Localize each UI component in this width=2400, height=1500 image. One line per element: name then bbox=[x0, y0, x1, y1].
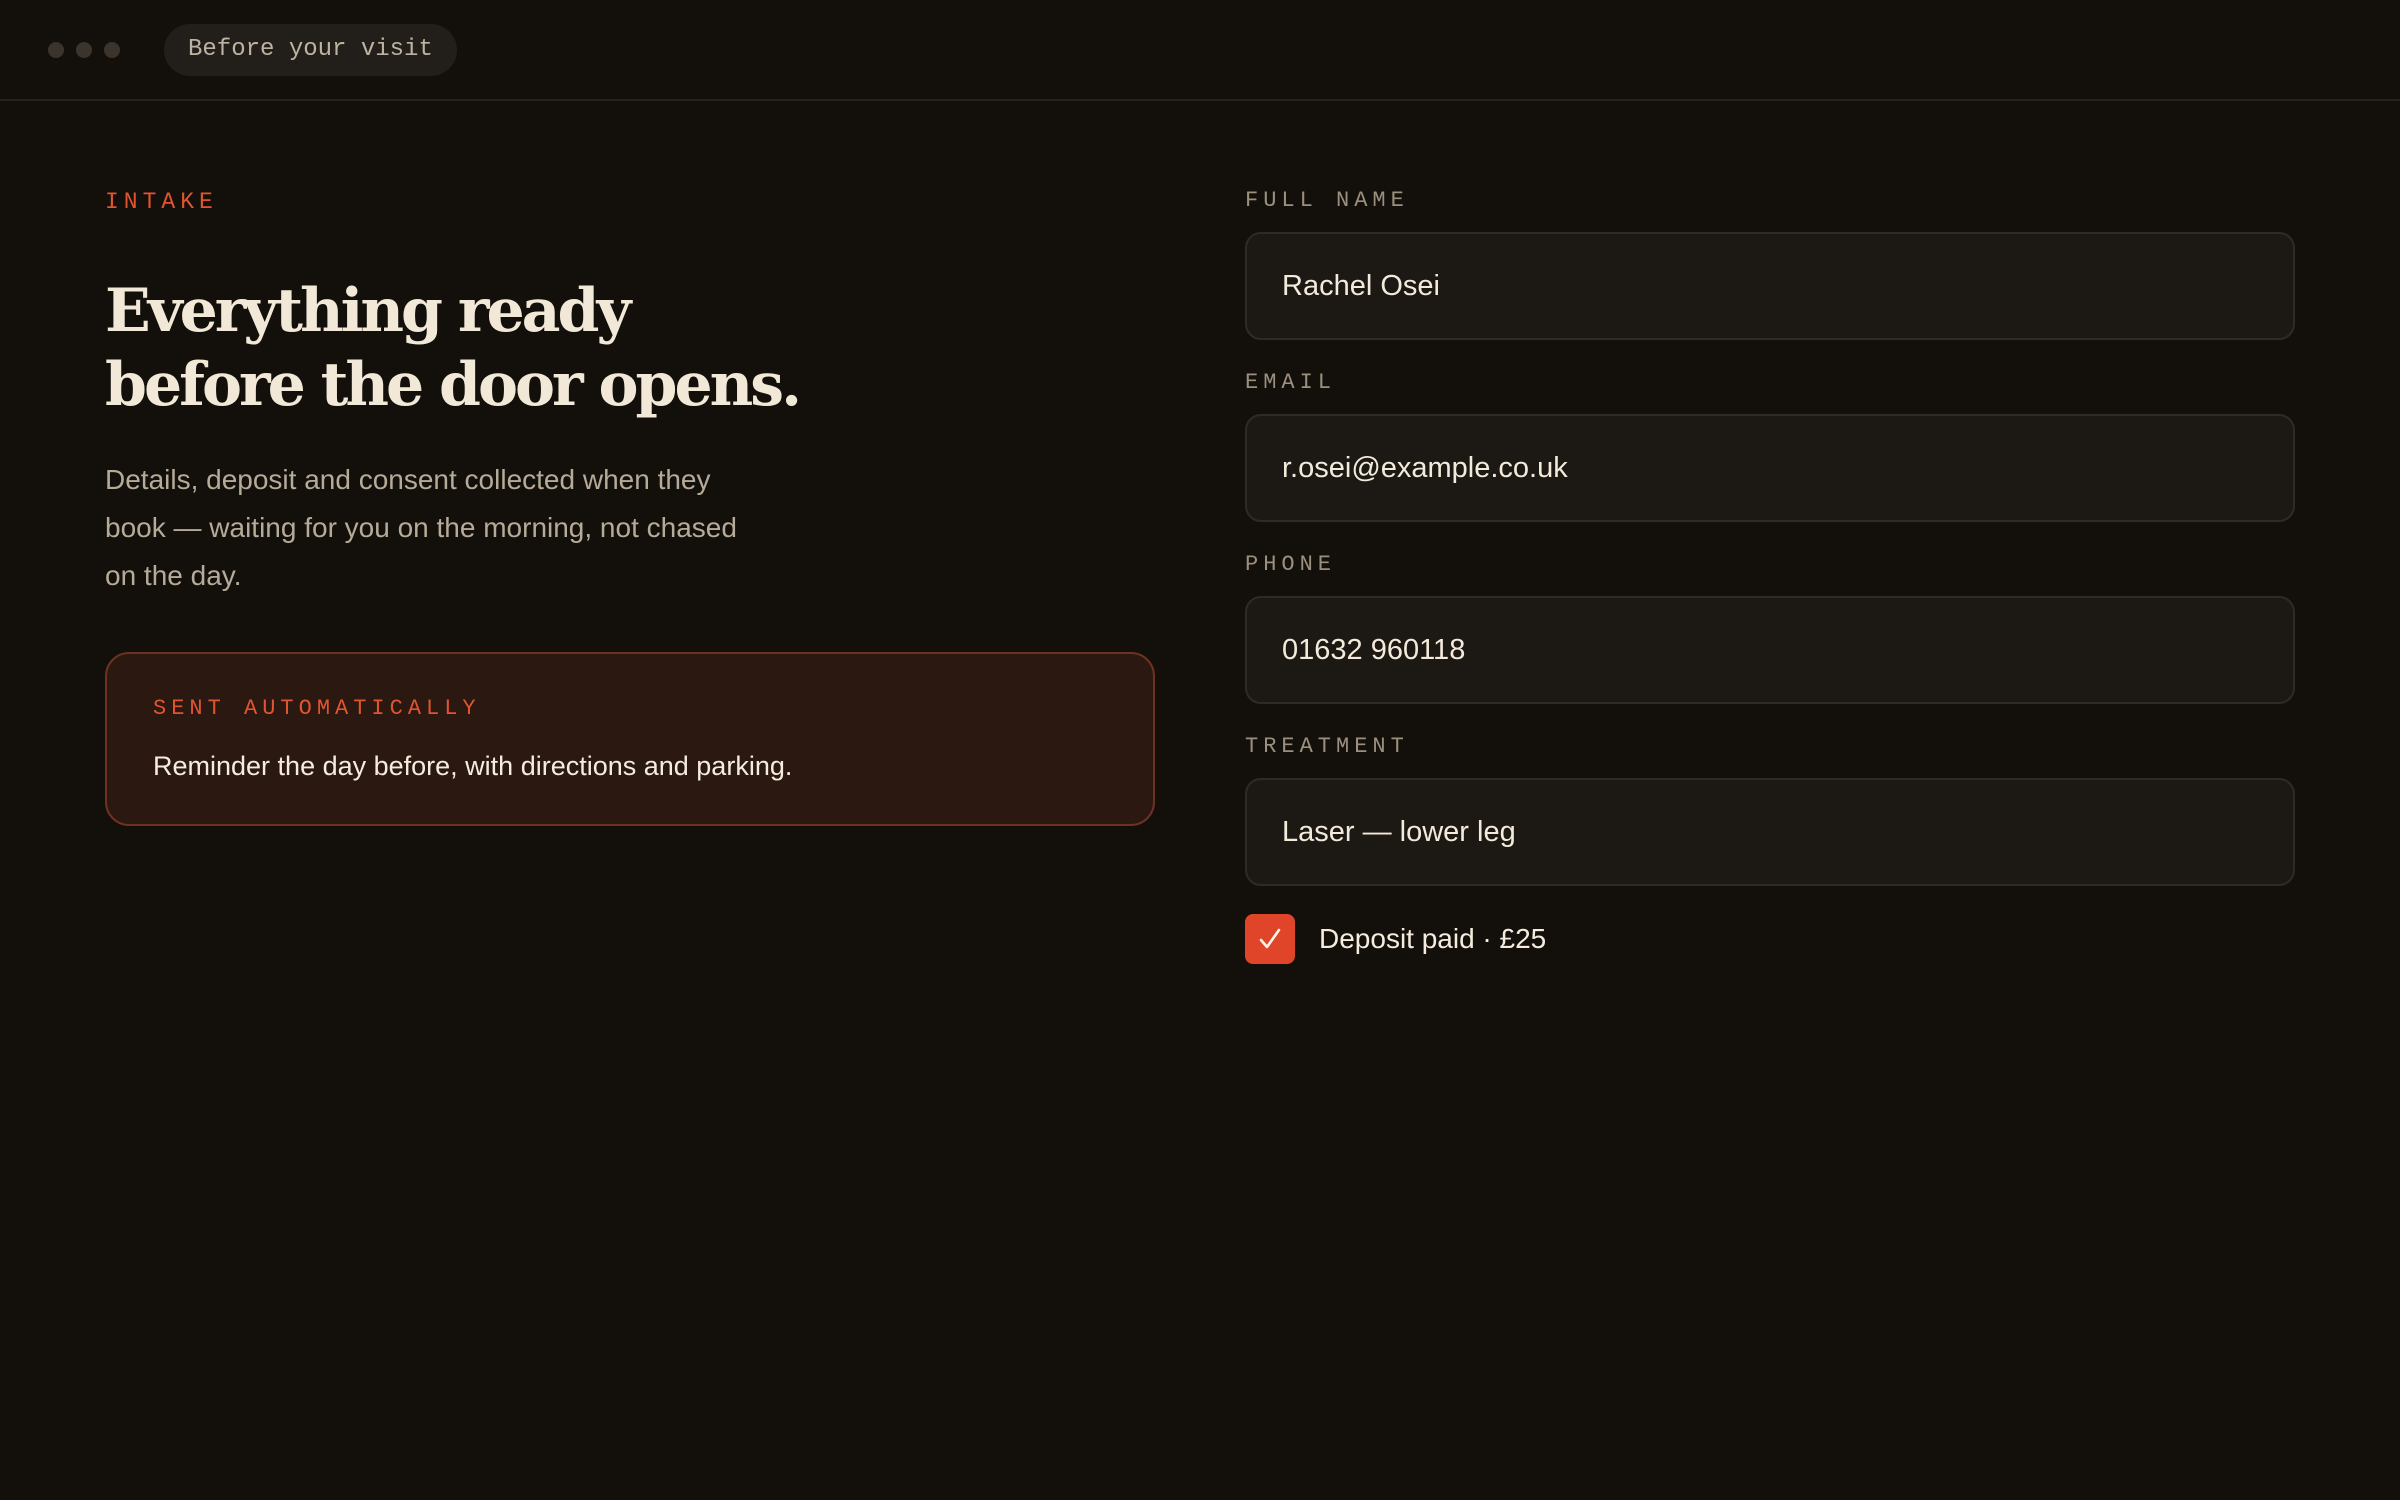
email-input[interactable] bbox=[1245, 414, 2295, 522]
treatment-input[interactable] bbox=[1245, 778, 2295, 886]
intro-panel: INTAKE Everything ready before the door … bbox=[105, 186, 1155, 826]
phone-label: PHONE bbox=[1245, 552, 1337, 577]
page-headline: Everything ready before the door opens. bbox=[105, 274, 1155, 422]
full-name-label: FULL NAME bbox=[1245, 188, 1409, 213]
section-eyebrow: INTAKE bbox=[105, 189, 218, 215]
auto-reminder-callout: SENT AUTOMATICALLY Reminder the day befo… bbox=[105, 652, 1155, 826]
checkmark-icon bbox=[1259, 928, 1281, 949]
deposit-checkbox[interactable] bbox=[1245, 914, 1295, 964]
window-titlebar: Before your visit bbox=[0, 0, 2400, 101]
callout-text: Reminder the day before, with directions… bbox=[153, 751, 793, 781]
headline-line-1: Everything ready bbox=[105, 276, 631, 346]
phone-field-group: PHONE bbox=[1245, 550, 2295, 704]
treatment-field-group: TREATMENT bbox=[1245, 732, 2295, 886]
email-label: EMAIL bbox=[1245, 370, 1337, 395]
deposit-label: Deposit paid · £25 bbox=[1319, 923, 1547, 954]
window-maximize-dot[interactable] bbox=[104, 42, 120, 58]
email-field-group: EMAIL bbox=[1245, 368, 2295, 522]
window-close-dot[interactable] bbox=[48, 42, 64, 58]
treatment-label: TREATMENT bbox=[1245, 734, 1409, 759]
intake-form: FULL NAME EMAIL PHONE TREATMENT Deposit … bbox=[1245, 186, 2295, 964]
headline-line-2: before the door opens. bbox=[105, 350, 802, 420]
window-minimize-dot[interactable] bbox=[76, 42, 92, 58]
phone-input[interactable] bbox=[1245, 596, 2295, 704]
full-name-field-group: FULL NAME bbox=[1245, 186, 2295, 340]
window-tab[interactable]: Before your visit bbox=[164, 24, 457, 76]
deposit-checkbox-row[interactable]: Deposit paid · £25 bbox=[1245, 914, 2295, 964]
callout-label: SENT AUTOMATICALLY bbox=[153, 696, 481, 721]
intro-description: Details, deposit and consent collected w… bbox=[105, 464, 737, 591]
full-name-input[interactable] bbox=[1245, 232, 2295, 340]
window-controls bbox=[48, 42, 120, 58]
